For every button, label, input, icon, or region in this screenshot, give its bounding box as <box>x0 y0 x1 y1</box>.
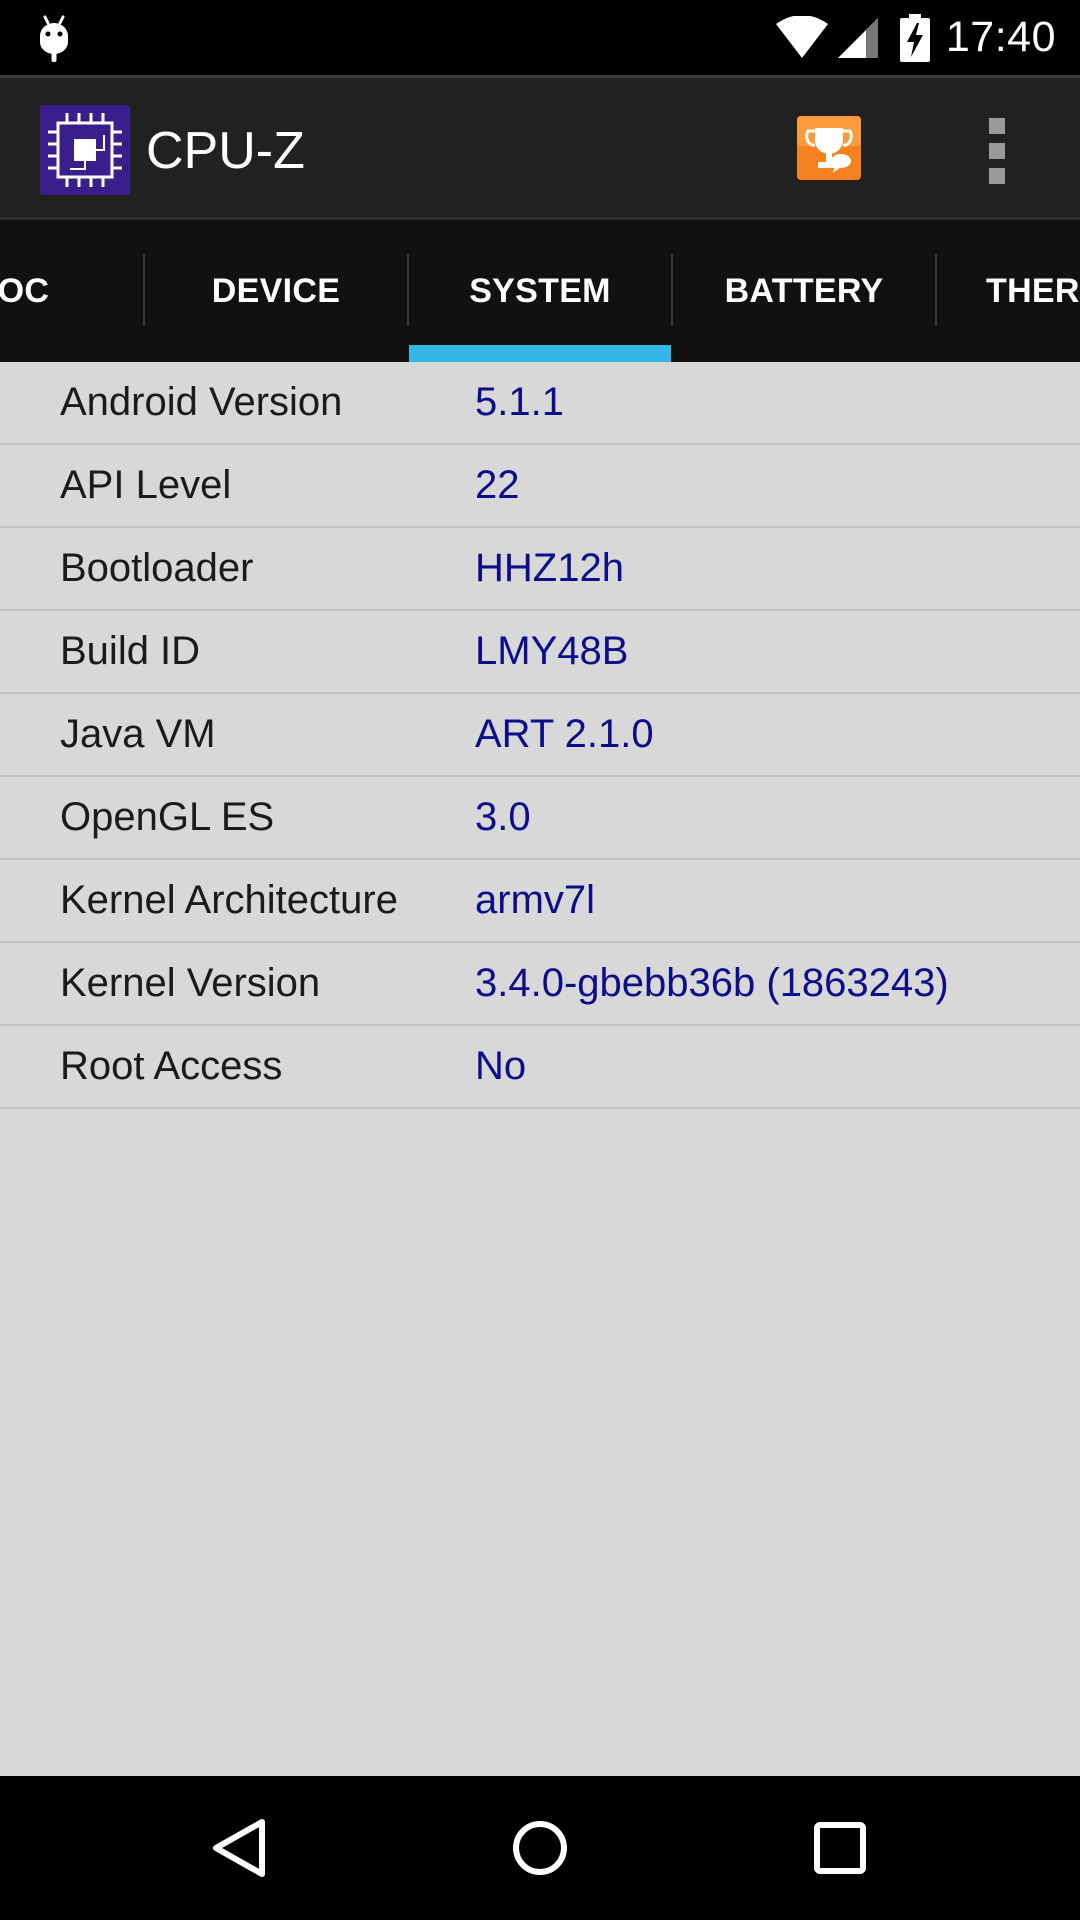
chip-icon <box>40 105 130 195</box>
row-value: armv7l <box>475 878 596 922</box>
row-label: API Level <box>60 463 232 507</box>
row-label: Root Access <box>60 1044 283 1088</box>
battery-charging-icon <box>899 13 930 62</box>
action-bar: CPU-Z <box>0 75 1080 220</box>
tab-battery[interactable]: BATTERY <box>672 220 936 362</box>
android-debug-icon <box>40 15 68 62</box>
tab-thermal[interactable]: THERMAL <box>936 220 1080 362</box>
row-value: ART 2.1.0 <box>475 712 654 756</box>
info-row-api-level: API Level 22 <box>0 445 1080 528</box>
row-label: Build ID <box>60 629 201 673</box>
info-row-kernel-architecture: Kernel Architecture armv7l <box>0 860 1080 943</box>
navigation-bar <box>0 1776 1080 1920</box>
info-row-root-access: Root Access No <box>0 1026 1080 1109</box>
status-time: 17:40 <box>945 13 1056 61</box>
wifi-icon <box>775 15 828 58</box>
row-value: 3.0 <box>475 795 531 839</box>
info-row-bootloader: Bootloader HHZ12h <box>0 528 1080 611</box>
row-label: Kernel Version <box>60 961 321 1005</box>
tab-soc[interactable]: SOC <box>0 220 144 362</box>
overflow-menu-icon[interactable] <box>982 116 1012 186</box>
tab-system[interactable]: SYSTEM <box>408 220 672 362</box>
home-icon[interactable] <box>504 1812 576 1884</box>
selected-tab-indicator <box>409 345 671 362</box>
row-value: 22 <box>475 463 520 507</box>
row-value: LMY48B <box>475 629 629 673</box>
recents-icon[interactable] <box>804 1812 876 1884</box>
info-row-kernel-version: Kernel Version 3.4.0-gbebb36b (1863243) <box>0 943 1080 1026</box>
app-title: CPU-Z <box>146 121 305 180</box>
info-row-java-vm: Java VM ART 2.1.0 <box>0 694 1080 777</box>
row-label: Java VM <box>60 712 216 756</box>
trophy-icon[interactable] <box>797 116 861 180</box>
row-value: HHZ12h <box>475 546 624 590</box>
tab-device[interactable]: DEVICE <box>144 220 408 362</box>
info-row-android-version: Android Version 5.1.1 <box>0 362 1080 445</box>
row-label: OpenGL ES <box>60 795 275 839</box>
info-row-opengl-es: OpenGL ES 3.0 <box>0 777 1080 860</box>
tab-bar: SOC DEVICE SYSTEM BATTERY THERMAL <box>0 220 1080 362</box>
system-info-list[interactable]: Android Version 5.1.1 API Level 22 Bootl… <box>0 362 1080 1776</box>
row-value: 5.1.1 <box>475 380 564 424</box>
cell-signal-icon <box>837 17 878 58</box>
row-label: Kernel Architecture <box>60 878 398 922</box>
row-label: Bootloader <box>60 546 254 590</box>
row-value: 3.4.0-gbebb36b (1863243) <box>475 961 949 1005</box>
back-icon[interactable] <box>204 1812 276 1884</box>
row-label: Android Version <box>60 380 343 424</box>
row-value: No <box>475 1044 527 1088</box>
info-row-build-id: Build ID LMY48B <box>0 611 1080 694</box>
status-bar: 17:40 <box>0 0 1080 75</box>
